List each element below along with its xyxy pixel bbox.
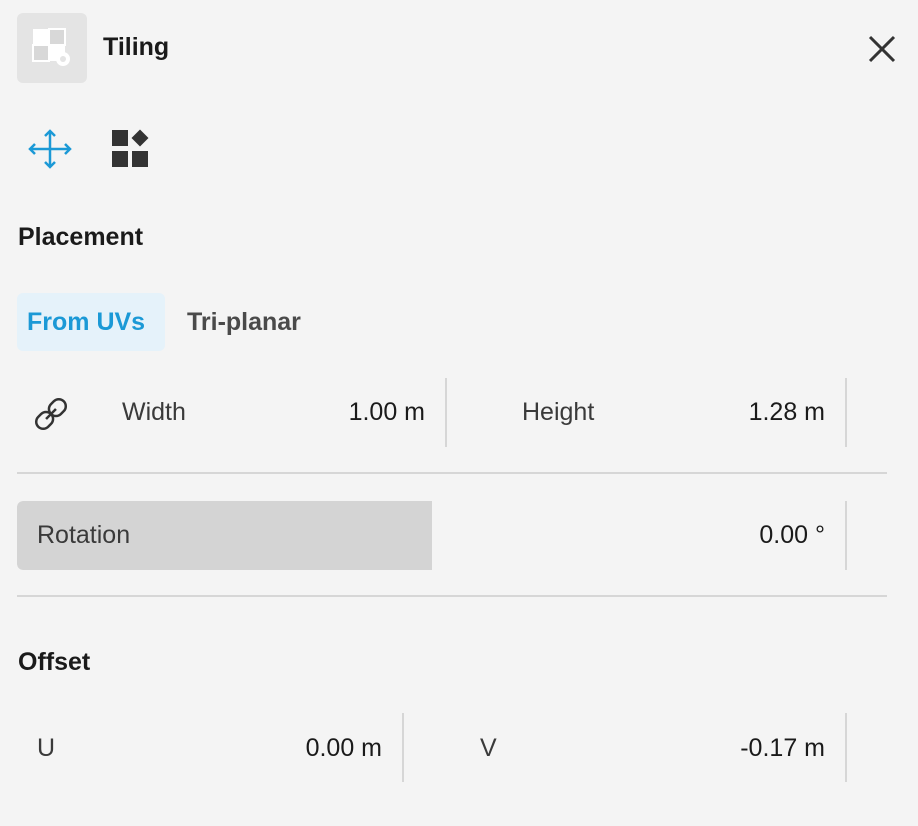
size-row: Width 1.00 m Height 1.28 m [17, 378, 887, 447]
offset-label: Offset [18, 648, 91, 676]
panel-header: Tiling [17, 13, 901, 83]
tab-from-uvs[interactable]: From UVs [17, 293, 165, 351]
offset-u-value[interactable]: 0.00 m [217, 734, 382, 763]
separator [17, 595, 887, 597]
placement-label: Placement [18, 223, 144, 251]
tab-tri-planar[interactable]: Tri-planar [177, 293, 311, 351]
rotation-slider[interactable]: Rotation 0.00 ° [17, 501, 847, 570]
rotation-label: Rotation [37, 521, 131, 549]
link-dimensions-toggle[interactable] [29, 392, 73, 436]
rotation-value[interactable]: 0.00 ° [617, 521, 825, 550]
divider [845, 501, 847, 570]
divider [402, 713, 404, 782]
divider [845, 378, 847, 447]
width-label: Width [122, 398, 186, 426]
divider [845, 713, 847, 782]
offset-v-value[interactable]: -0.17 m [637, 734, 825, 763]
tiling-settings-icon [17, 13, 87, 83]
offset-v-label: V [480, 734, 497, 762]
move-mode-button[interactable] [28, 128, 72, 170]
offset-u-label: U [37, 734, 56, 762]
height-value[interactable]: 1.28 m [667, 398, 825, 427]
separator [17, 472, 887, 474]
width-value[interactable]: 1.00 m [267, 398, 425, 427]
offset-row: U 0.00 m V -0.17 m [17, 713, 887, 782]
move-arrows-icon [28, 129, 72, 169]
height-label: Height [522, 398, 595, 426]
tile-mode-button[interactable] [110, 128, 154, 170]
panel-title: Tiling [103, 33, 170, 61]
close-icon [868, 35, 896, 63]
tile-shapes-icon [112, 129, 149, 167]
link-icon [34, 397, 68, 431]
divider [445, 378, 447, 447]
close-button[interactable] [865, 32, 899, 66]
